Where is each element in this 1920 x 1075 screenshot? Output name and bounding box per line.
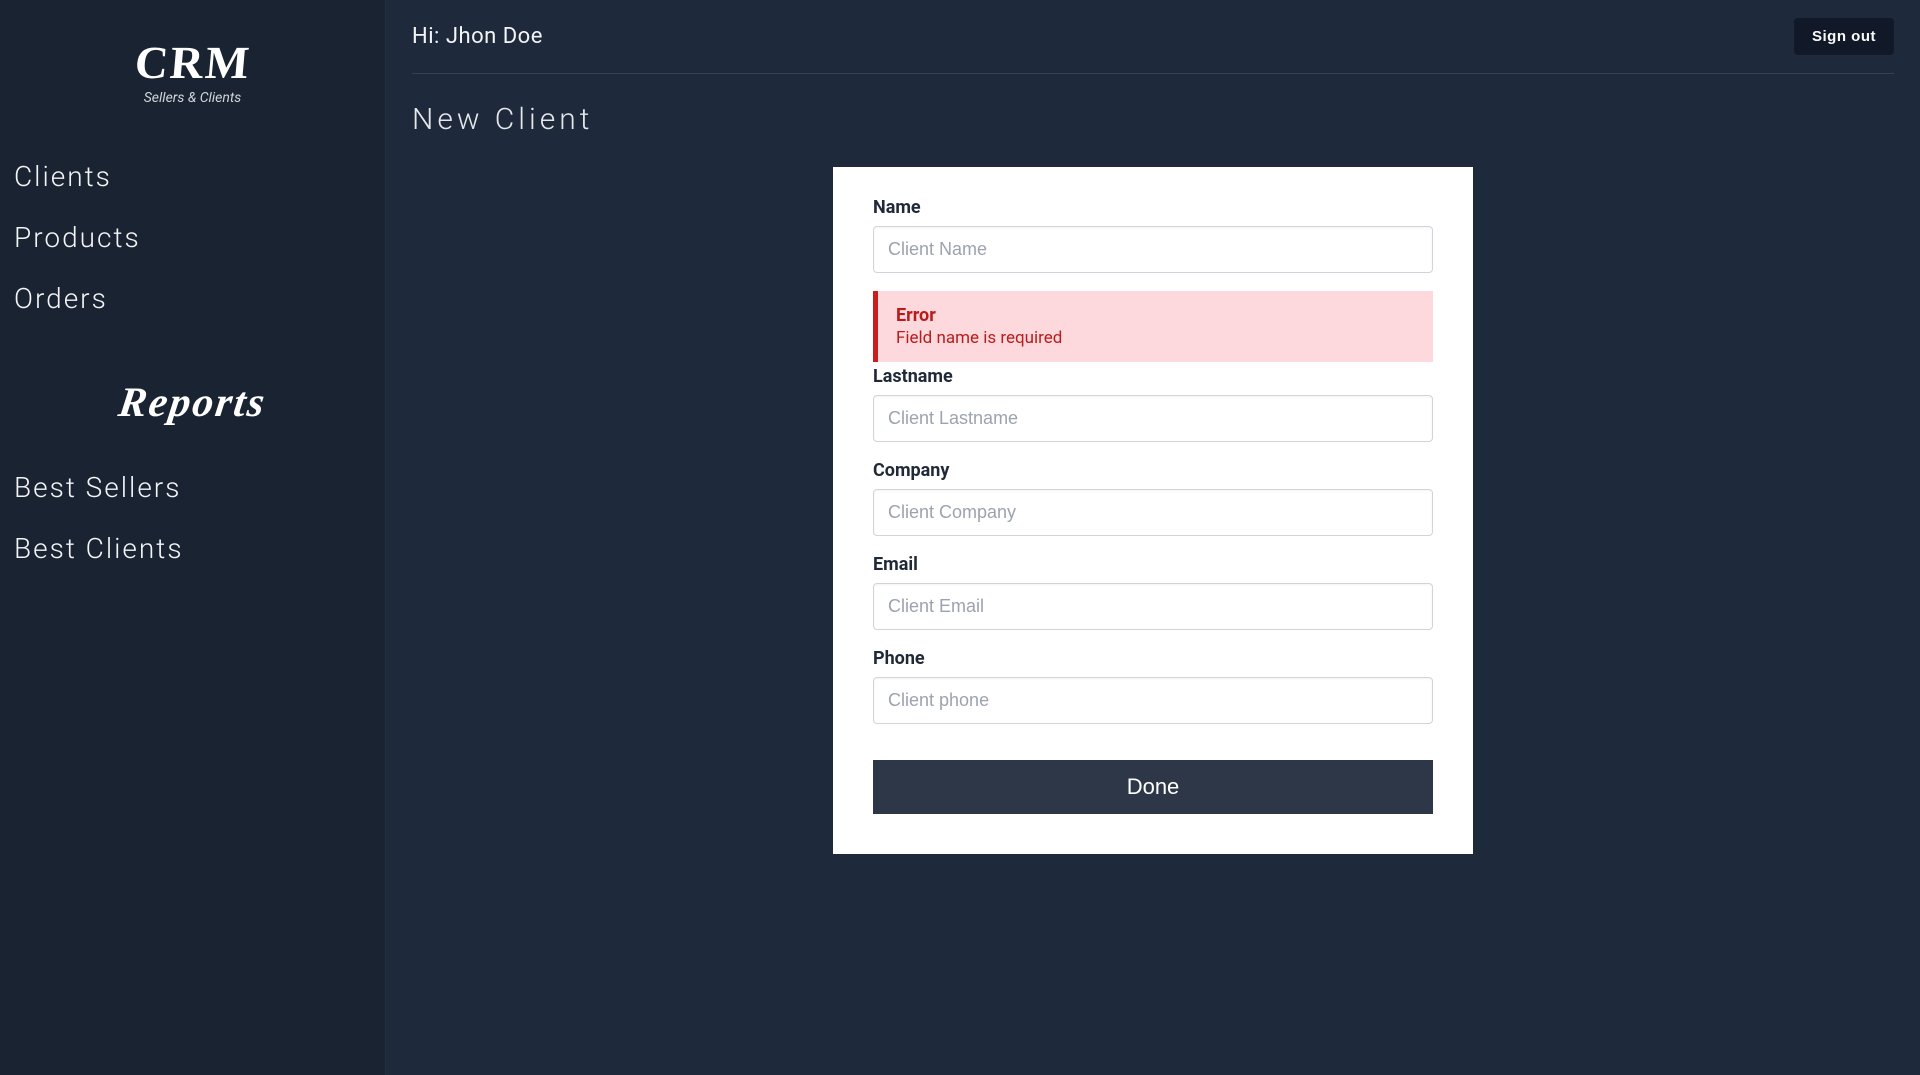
email-label: Email (873, 554, 1433, 575)
phone-label: Phone (873, 648, 1433, 669)
name-label: Name (873, 197, 1433, 218)
page-title: New Client (412, 102, 1894, 137)
main-content: Hi: Jhon Doe Sign out New Client Name Er… (385, 0, 1920, 1075)
company-input[interactable] (873, 489, 1433, 536)
error-title: Error (896, 305, 1415, 326)
sidebar-item-best-clients[interactable]: Best Clients (0, 518, 385, 579)
name-input[interactable] (873, 226, 1433, 273)
reports-section-header: Reports (0, 379, 388, 427)
sidebar-item-orders[interactable]: Orders (0, 268, 385, 329)
email-input[interactable] (873, 583, 1433, 630)
error-message: Field name is required (896, 328, 1415, 348)
sidebar-item-clients[interactable]: Clients (0, 146, 385, 207)
name-error: Error Field name is required (873, 291, 1433, 362)
logo: CRM Sellers & Clients (0, 40, 385, 106)
sidebar-item-best-sellers[interactable]: Best Sellers (0, 457, 385, 518)
greeting: Hi: Jhon Doe (412, 24, 543, 49)
sidebar: CRM Sellers & Clients Clients Products O… (0, 0, 385, 1075)
logo-subtitle: Sellers & Clients (0, 90, 385, 106)
sign-out-button[interactable]: Sign out (1794, 18, 1894, 55)
lastname-input[interactable] (873, 395, 1433, 442)
lastname-label: Lastname (873, 366, 1433, 387)
done-button[interactable]: Done (873, 760, 1433, 814)
company-label: Company (873, 460, 1433, 481)
phone-input[interactable] (873, 677, 1433, 724)
sidebar-item-products[interactable]: Products (0, 207, 385, 268)
logo-title: CRM (133, 40, 253, 86)
topbar: Hi: Jhon Doe Sign out (412, 18, 1894, 74)
new-client-form: Name Error Field name is required Lastna… (833, 167, 1473, 854)
